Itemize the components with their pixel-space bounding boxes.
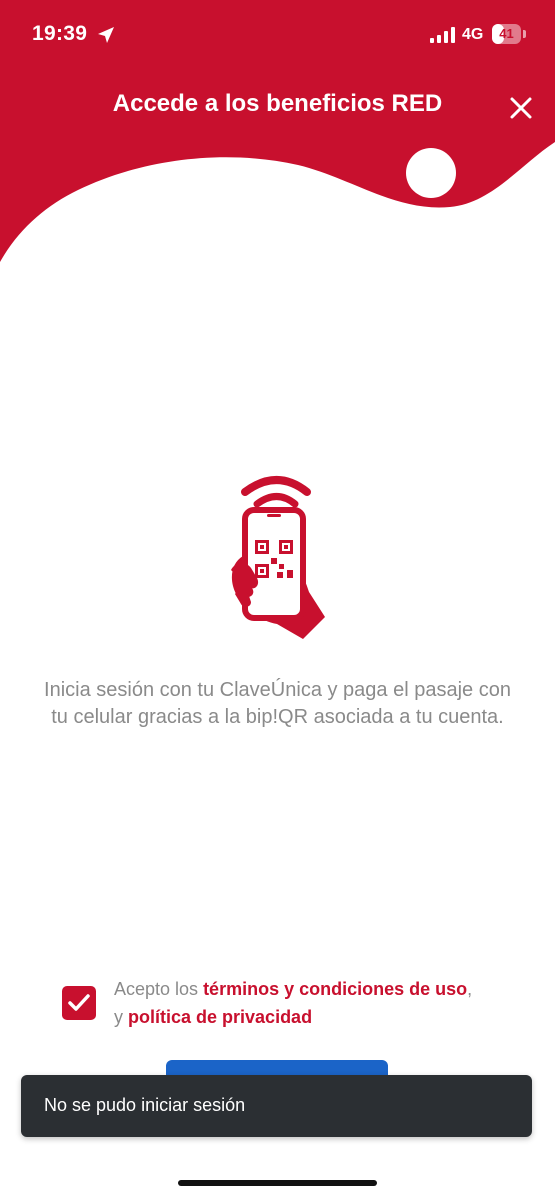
battery-level: 41 bbox=[499, 26, 514, 41]
cellular-signal-icon bbox=[430, 27, 455, 43]
terms-checkbox[interactable] bbox=[62, 986, 96, 1020]
terms-link[interactable]: términos y condiciones de uso bbox=[203, 979, 467, 999]
close-icon bbox=[510, 97, 532, 119]
battery-indicator: 41 bbox=[492, 24, 526, 46]
status-time: 19:39 bbox=[32, 22, 88, 45]
phone-qr-wireless-icon bbox=[231, 476, 325, 639]
consent-prefix: Acepto los bbox=[114, 979, 204, 999]
toast-message: No se pudo iniciar sesión bbox=[44, 1095, 246, 1115]
description-text: Inicia sesión con tu ClaveÚnica y paga e… bbox=[44, 679, 511, 728]
consent-conjunction: y bbox=[114, 1007, 129, 1027]
consent-text: Acepto los términos y condiciones de uso… bbox=[114, 975, 534, 1031]
checkmark-icon bbox=[68, 994, 90, 1011]
page-title: Accede a los beneficios RED bbox=[112, 90, 443, 117]
close-button[interactable] bbox=[506, 93, 536, 123]
privacy-link[interactable]: política de privacidad bbox=[128, 1007, 312, 1027]
decorative-circle bbox=[406, 148, 456, 198]
home-indicator[interactable] bbox=[178, 1180, 377, 1186]
error-toast: No se pudo iniciar sesión bbox=[21, 1075, 532, 1137]
location-arrow-icon bbox=[98, 27, 114, 43]
consent-comma: , bbox=[467, 979, 473, 999]
status-bar: 19:39 4G 41 bbox=[0, 0, 555, 70]
network-label: 4G bbox=[462, 26, 484, 43]
